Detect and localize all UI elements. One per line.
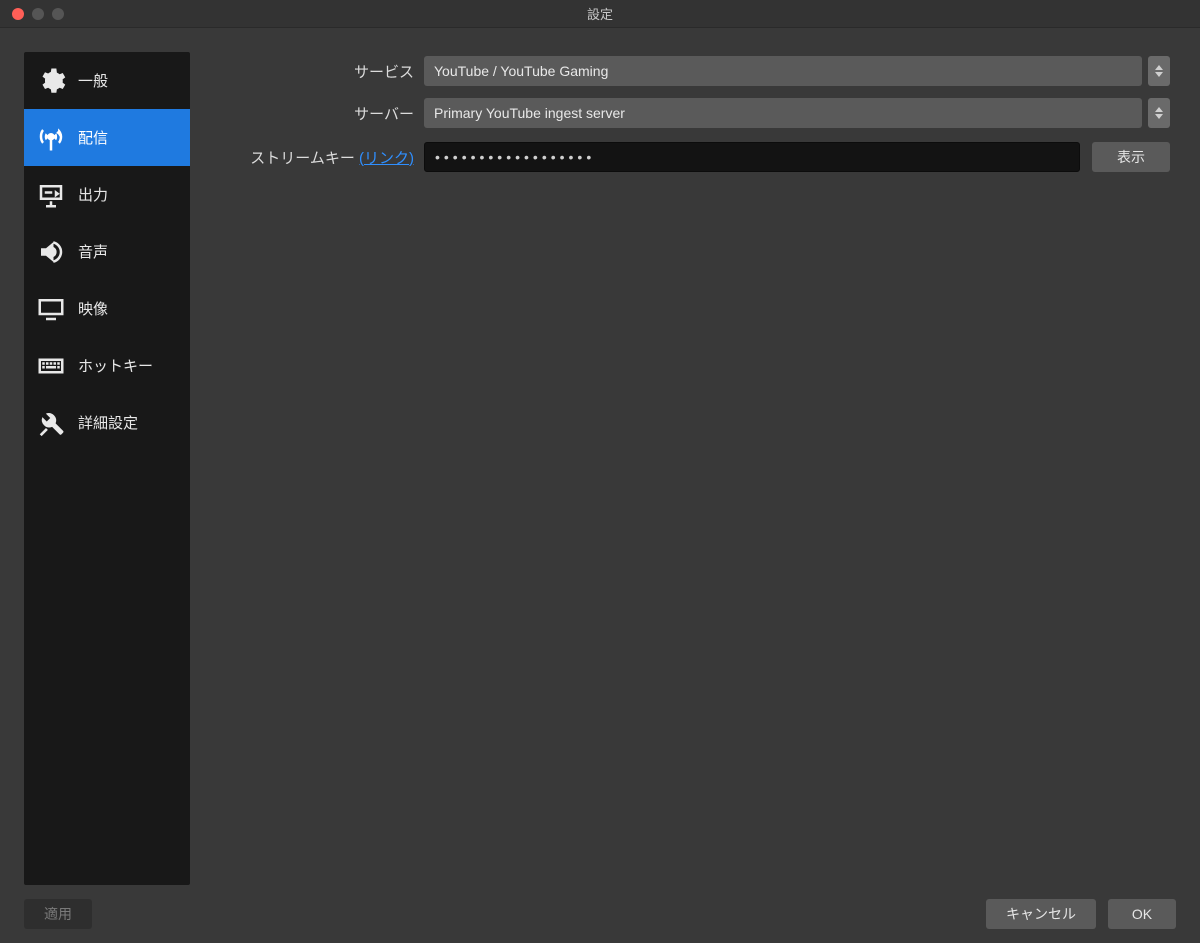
streamkey-link[interactable]: (リンク) [359,150,414,167]
chevron-down-icon [1155,72,1163,77]
speaker-icon [34,235,68,269]
gear-icon [34,64,68,98]
close-window-button[interactable] [12,8,24,20]
show-button-label: 表示 [1117,147,1145,167]
tools-icon [34,406,68,440]
server-dropdown[interactable]: Primary YouTube ingest server [424,98,1142,128]
ok-button-label: OK [1132,906,1152,922]
streamkey-label: ストリームキー (リンク) [214,147,424,168]
apply-button[interactable]: 適用 [24,899,92,929]
service-stepper[interactable] [1148,56,1170,86]
apply-button-label: 適用 [44,904,72,924]
cancel-button[interactable]: キャンセル [986,899,1096,929]
service-label: サービス [214,61,424,82]
sidebar-item-label: 出力 [78,184,108,205]
streamkey-row: ストリームキー (リンク) •••••••••••••••••• 表示 [214,142,1170,172]
chevron-up-icon [1155,65,1163,70]
dialog-body: 一般 配信 出力 音声 [0,28,1200,943]
ok-button[interactable]: OK [1108,899,1176,929]
window-title: 設定 [0,4,1200,23]
keyboard-icon [34,349,68,383]
server-value: Primary YouTube ingest server [434,105,625,121]
chevron-up-icon [1155,107,1163,112]
sidebar-item-audio[interactable]: 音声 [24,223,190,280]
sidebar-item-label: 詳細設定 [78,412,138,433]
sidebar-item-label: 一般 [78,70,108,91]
content-area: 一般 配信 出力 音声 [0,28,1200,885]
server-stepper[interactable] [1148,98,1170,128]
window-controls [0,8,64,20]
sidebar-item-video[interactable]: 映像 [24,280,190,337]
sidebar-item-label: 配信 [78,127,108,148]
zoom-window-button[interactable] [52,8,64,20]
streamkey-masked-value: •••••••••••••••••• [435,149,595,165]
titlebar: 設定 [0,0,1200,28]
stream-settings-form: サービス YouTube / YouTube Gaming サーバー Prima… [214,52,1170,172]
service-value: YouTube / YouTube Gaming [434,63,608,79]
sidebar-item-label: 映像 [78,298,108,319]
sidebar-item-label: ホットキー [78,355,153,376]
show-streamkey-button[interactable]: 表示 [1092,142,1170,172]
sidebar-item-output[interactable]: 出力 [24,166,190,223]
minimize-window-button[interactable] [32,8,44,20]
streamkey-label-text: ストリームキー [250,150,359,167]
service-row: サービス YouTube / YouTube Gaming [214,56,1170,86]
server-label: サーバー [214,103,424,124]
output-icon [34,178,68,212]
sidebar-item-general[interactable]: 一般 [24,52,190,109]
service-dropdown[interactable]: YouTube / YouTube Gaming [424,56,1142,86]
dialog-footer: 適用 キャンセル OK [0,885,1200,943]
streamkey-input[interactable]: •••••••••••••••••• [424,142,1080,172]
sidebar-item-stream[interactable]: 配信 [24,109,190,166]
sidebar-item-label: 音声 [78,241,108,262]
sidebar-item-hotkeys[interactable]: ホットキー [24,337,190,394]
sidebar-item-advanced[interactable]: 詳細設定 [24,394,190,451]
server-row: サーバー Primary YouTube ingest server [214,98,1170,128]
chevron-down-icon [1155,114,1163,119]
monitor-icon [34,292,68,326]
cancel-button-label: キャンセル [1006,904,1076,924]
broadcast-icon [34,121,68,155]
settings-sidebar: 一般 配信 出力 音声 [24,52,190,885]
